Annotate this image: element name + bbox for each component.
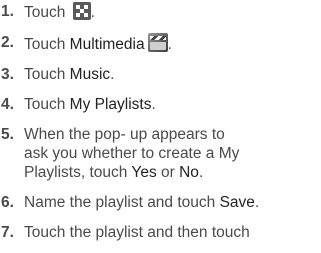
ui-label-my-playlists: My Playlists bbox=[69, 96, 152, 113]
step-text: Touch bbox=[24, 36, 70, 53]
step-number: 7. bbox=[1, 224, 14, 241]
step-text-line-2: ask you whether to create a My bbox=[24, 145, 240, 162]
step-text: Name the playlist and touch bbox=[24, 194, 220, 211]
step-4: 4. Touch My Playlists. bbox=[0, 95, 321, 114]
clapperboard-icon bbox=[147, 33, 168, 52]
step-punct: . bbox=[198, 164, 204, 181]
step-text: Touch bbox=[24, 4, 70, 21]
step-text-line-3: Playlists, touch Yes or No. bbox=[24, 163, 321, 182]
step-number: 4. bbox=[1, 96, 14, 113]
ui-label-no: No bbox=[179, 164, 199, 181]
step-2: 2. Touch Multimedia. bbox=[0, 33, 321, 54]
step-text: Playlists, touch bbox=[24, 164, 132, 181]
ui-label-yes: Yes bbox=[131, 164, 157, 181]
step-5: 5. When the pop- up appears to ask you w… bbox=[0, 125, 321, 182]
step-number: 3. bbox=[1, 66, 14, 83]
step-text: Touch bbox=[24, 96, 70, 113]
grid-icon bbox=[72, 2, 91, 20]
step-3: 3. Touch Music. bbox=[0, 65, 321, 84]
step-1: 1. Touch . bbox=[0, 2, 321, 22]
step-text: Touch bbox=[24, 66, 70, 83]
instruction-list: 1. Touch . 2. Touch Multimedia. 3. Touch Mu… bbox=[0, 2, 321, 253]
step-number: 2. bbox=[1, 34, 14, 51]
ui-label-multimedia: Multimedia bbox=[69, 36, 145, 53]
step-number: 1. bbox=[1, 3, 14, 20]
step-number: 6. bbox=[1, 194, 14, 211]
step-punct: . bbox=[90, 4, 95, 21]
step-punct: . bbox=[151, 96, 156, 113]
step-punct: . bbox=[110, 66, 115, 83]
step-punct: . bbox=[167, 36, 172, 53]
step-6: 6. Name the playlist and touch Save. bbox=[0, 193, 321, 212]
ui-label-save: Save bbox=[219, 194, 255, 211]
ui-label-music: Music bbox=[69, 66, 111, 83]
step-text-line-1: When the pop- up appears to bbox=[24, 126, 225, 143]
step-text: or bbox=[156, 164, 180, 181]
step-text: Touch the playlist and then touch bbox=[24, 224, 250, 241]
step-punct: . bbox=[254, 194, 260, 211]
step-7: 7. Touch the playlist and then touch bbox=[0, 223, 321, 242]
step-number: 5. bbox=[1, 126, 14, 143]
